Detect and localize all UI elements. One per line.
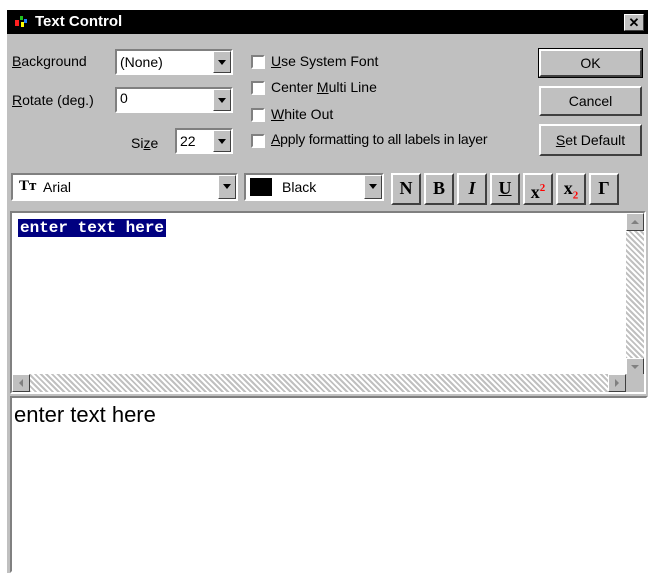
font-select[interactable]: Tт Arial [11, 173, 238, 201]
size-value: 22 [180, 133, 196, 149]
white-out-checkbox[interactable] [251, 108, 265, 122]
underline-button[interactable]: U [490, 173, 520, 205]
chevron-down-icon[interactable] [213, 89, 231, 111]
background-label: Background [12, 53, 87, 69]
background-value: (None) [120, 54, 163, 70]
chevron-down-icon[interactable] [213, 130, 231, 152]
app-icon [15, 16, 27, 27]
ok-button[interactable]: OK [538, 48, 643, 78]
color-value: Black [282, 179, 317, 195]
apply-formatting-label: Apply formatting to all labels in layer [271, 131, 488, 147]
scroll-left-icon[interactable] [12, 374, 30, 392]
greek-button[interactable]: Γ [589, 173, 619, 205]
use-system-font-checkbox[interactable] [251, 55, 265, 69]
rotate-label: Rotate (deg.) [12, 92, 94, 108]
subscript-button[interactable]: x2 [556, 173, 586, 205]
scroll-up-icon[interactable] [626, 213, 644, 231]
white-out-label: White Out [271, 106, 334, 122]
cancel-button[interactable]: Cancel [539, 86, 642, 116]
superscript-button[interactable]: x2 [523, 173, 553, 205]
subscript-mark: 2 [572, 189, 579, 202]
window-title: Text Control [35, 13, 123, 30]
text-preview: enter text here [10, 396, 648, 573]
chevron-down-icon[interactable] [364, 175, 382, 199]
scroll-right-icon[interactable] [608, 374, 626, 392]
normal-button[interactable]: N [391, 173, 421, 205]
rotate-select[interactable]: 0 [115, 87, 233, 113]
superscript-mark: 2 [539, 182, 546, 194]
rotate-value: 0 [120, 90, 128, 106]
rotate-label-rest: otate (deg.) [22, 92, 94, 108]
close-icon[interactable]: ✕ [624, 14, 644, 31]
vertical-scrollbar[interactable] [626, 213, 644, 376]
color-swatch [250, 178, 272, 196]
italic-button[interactable]: I [457, 173, 487, 205]
text-editor[interactable]: enter text here [10, 211, 646, 394]
chevron-down-icon[interactable] [218, 175, 236, 199]
chevron-down-icon[interactable] [213, 51, 231, 73]
title-bar: Text Control ✕ [7, 10, 648, 34]
horizontal-scrollbar[interactable] [12, 374, 626, 392]
bold-button[interactable]: B [424, 173, 454, 205]
apply-formatting-checkbox[interactable] [251, 134, 265, 148]
size-label: Size [131, 135, 159, 151]
font-value: Arial [43, 179, 72, 195]
use-system-font-label: Use System Font [271, 53, 379, 69]
preview-text: enter text here [14, 402, 156, 427]
editor-selected-text[interactable]: enter text here [18, 219, 167, 237]
center-multi-line-label: Center Multi Line [271, 79, 377, 95]
background-select[interactable]: (None) [115, 49, 233, 75]
color-select[interactable]: Black [244, 173, 384, 201]
subscript-base: x [563, 178, 573, 198]
superscript-base: x [530, 182, 540, 202]
truetype-font-icon: Tт [19, 178, 37, 194]
center-multi-line-checkbox[interactable] [251, 81, 265, 95]
set-default-button[interactable]: Set Default [539, 124, 642, 156]
text-control-dialog: Text Control ✕ Background (None) Rotate … [7, 10, 648, 573]
size-select[interactable]: 22 [175, 128, 233, 154]
scrollbar-corner [626, 374, 644, 392]
background-label-rest: ackground [21, 53, 87, 69]
